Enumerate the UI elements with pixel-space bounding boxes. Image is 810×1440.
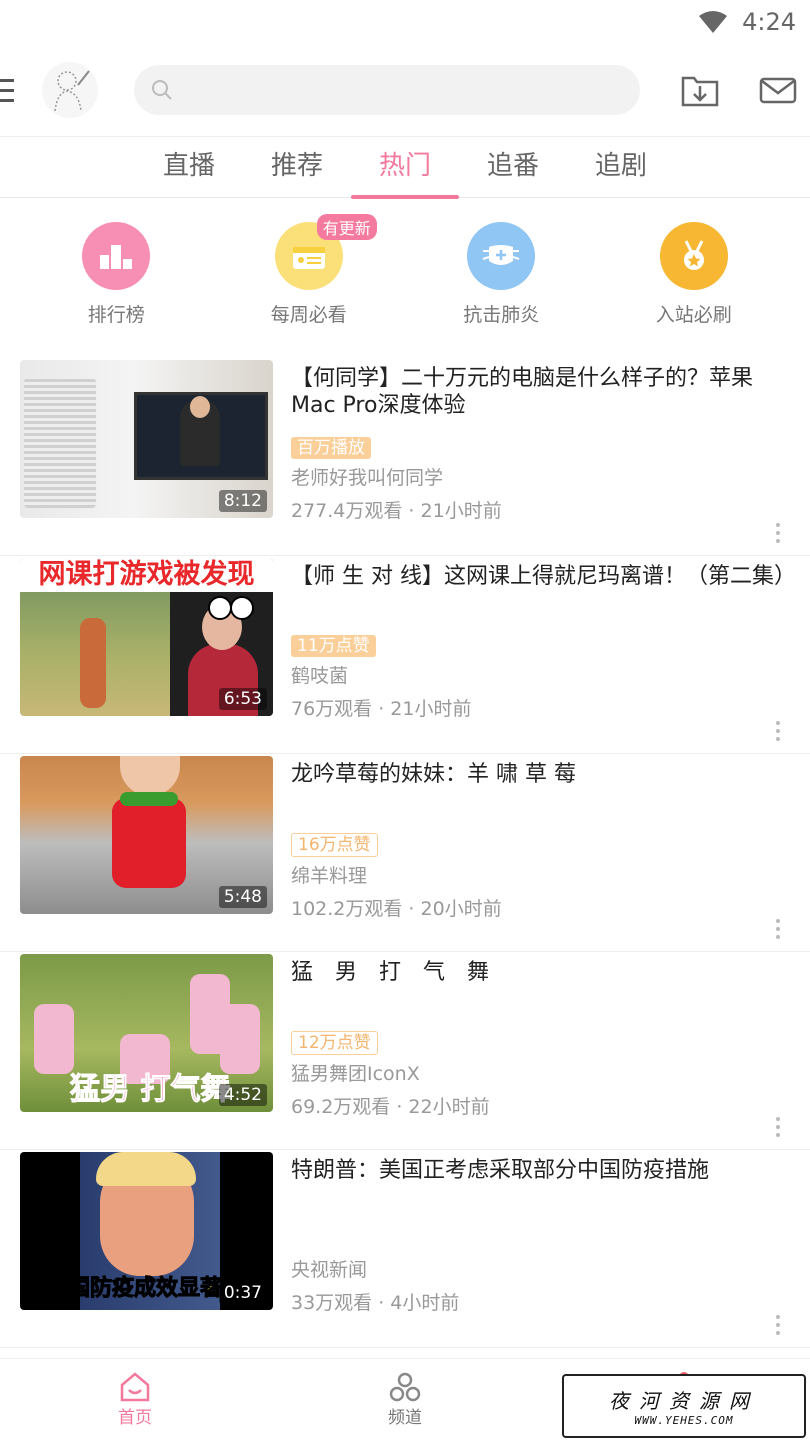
nav-channel[interactable]: 频道: [270, 1359, 540, 1440]
more-options-icon[interactable]: [776, 1117, 780, 1137]
video-meta: 76万观看 · 21小时前: [291, 698, 472, 720]
more-options-icon[interactable]: [776, 523, 780, 543]
nav-label: 频道: [388, 1408, 422, 1428]
mail-icon[interactable]: [758, 72, 798, 108]
video-tag: 12万点赞: [291, 1031, 378, 1055]
search-input[interactable]: [134, 65, 640, 115]
watermark-title: 夜河资源网: [609, 1389, 759, 1413]
quick-label: 抗击肺炎: [463, 304, 540, 326]
more-options-icon[interactable]: [776, 1315, 780, 1335]
video-duration: 8:12: [218, 490, 267, 512]
watermark: 夜河资源网 WWW.YEHES.COM: [562, 1374, 806, 1438]
status-bar: 4:24: [0, 0, 810, 44]
tab-live[interactable]: 直播: [135, 137, 243, 197]
status-time: 4:24: [742, 8, 796, 36]
video-title[interactable]: 【师 生 对 线】这网课上得就尼玛离谱！（第二集）: [291, 563, 810, 619]
video-author[interactable]: 猛男舞团IconX: [291, 1059, 810, 1086]
video-meta: 69.2万观看 · 22小时前: [291, 1096, 490, 1118]
video-thumbnail[interactable]: 中国防疫成效显著 0:37: [20, 1152, 273, 1310]
video-card[interactable]: 8:12 【何同学】二十万元的电脑是什么样子的？苹果Mac Pro深度体验 百万…: [0, 358, 810, 556]
download-icon[interactable]: [680, 72, 720, 108]
video-meta: 102.2万观看 · 20小时前: [291, 898, 502, 920]
more-options-icon[interactable]: [776, 721, 780, 741]
video-thumbnail[interactable]: 网课打游戏被发现 6:53: [20, 558, 273, 716]
thumbnail-caption: 猛男 打气舞: [69, 1072, 231, 1108]
video-duration: 4:52: [218, 1084, 267, 1106]
video-meta: 33万观看 · 4小时前: [291, 1292, 460, 1314]
video-title[interactable]: 猛 男 打 气 舞: [291, 959, 810, 1015]
video-title[interactable]: 龙吟草莓的妹妹：羊 啸 草 莓: [291, 761, 810, 817]
quick-weekly[interactable]: 有更新 每周必看: [239, 214, 379, 348]
tab-anime[interactable]: 追番: [459, 137, 567, 197]
quick-ranking[interactable]: 排行榜: [46, 222, 186, 348]
video-card[interactable]: 猛男 打气舞 4:52 猛 男 打 气 舞 12万点赞 猛男舞团IconX 69…: [0, 952, 810, 1150]
quick-fight-pneumonia[interactable]: 抗击肺炎: [431, 222, 571, 348]
top-header: [0, 44, 810, 136]
video-author[interactable]: 绵羊料理: [291, 861, 810, 888]
video-duration: 5:48: [218, 886, 267, 908]
more-options-icon[interactable]: [776, 919, 780, 939]
video-card[interactable]: 中国防疫成效显著 0:37 特朗普：美国正考虑采取部分中国防疫措施 央视新闻 3…: [0, 1150, 810, 1348]
video-duration: 6:53: [218, 688, 267, 710]
video-duration: 0:37: [218, 1282, 267, 1304]
video-list: 8:12 【何同学】二十万元的电脑是什么样子的？苹果Mac Pro深度体验 百万…: [0, 358, 810, 1348]
video-card[interactable]: 网课打游戏被发现 6:53 【师 生 对 线】这网课上得就尼玛离谱！（第二集） …: [0, 556, 810, 754]
channel-icon: [389, 1372, 421, 1402]
video-title[interactable]: 特朗普：美国正考虑采取部分中国防疫措施: [291, 1157, 810, 1213]
nav-label: 首页: [118, 1408, 152, 1428]
quick-label: 每周必看: [270, 304, 347, 326]
video-author[interactable]: 央视新闻: [291, 1255, 810, 1282]
tab-recommend[interactable]: 推荐: [243, 137, 351, 197]
quick-entries: 排行榜 有更新 每周必看 抗击肺炎 入站必刷: [0, 198, 810, 348]
thumbnail-caption: 中国防疫成效显著: [45, 1276, 223, 1302]
video-tag: 11万点赞: [291, 635, 376, 657]
avatar-figure-icon: [54, 70, 90, 112]
avatar[interactable]: [42, 62, 98, 118]
video-tag: 百万播放: [291, 437, 371, 459]
video-author[interactable]: 老师好我叫何同学: [291, 463, 810, 490]
mask-icon: [467, 222, 536, 290]
thumbnail-caption: 网课打游戏被发现: [20, 558, 273, 592]
video-thumbnail[interactable]: 5:48: [20, 756, 273, 914]
wifi-icon: [699, 11, 728, 33]
quick-label: 入站必刷: [655, 304, 732, 326]
category-tabs: 直播 推荐 热门 追番 追剧: [0, 136, 810, 199]
video-thumbnail[interactable]: 8:12: [20, 360, 273, 518]
search-icon: [152, 80, 172, 100]
medal-icon: [659, 222, 728, 290]
video-author[interactable]: 鹤吱菌: [291, 661, 810, 688]
video-meta: 277.4万观看 · 21小时前: [291, 500, 502, 522]
tab-drama[interactable]: 追剧: [567, 137, 675, 197]
watermark-url: WWW.YEHES.COM: [634, 1414, 734, 1427]
quick-label: 排行榜: [87, 304, 145, 326]
quick-must-watch[interactable]: 入站必刷: [624, 222, 764, 348]
ranking-icon: [82, 222, 151, 290]
nav-home[interactable]: 首页: [0, 1359, 270, 1440]
tab-hot[interactable]: 热门: [351, 137, 459, 199]
video-card[interactable]: 5:48 龙吟草莓的妹妹：羊 啸 草 莓 16万点赞 绵羊料理 102.2万观看…: [0, 754, 810, 952]
home-icon: [120, 1372, 150, 1402]
update-badge: 有更新: [316, 214, 377, 240]
video-thumbnail[interactable]: 猛男 打气舞 4:52: [20, 954, 273, 1112]
video-tag: 16万点赞: [291, 833, 378, 857]
menu-icon[interactable]: [0, 78, 16, 102]
video-title[interactable]: 【何同学】二十万元的电脑是什么样子的？苹果Mac Pro深度体验: [291, 365, 810, 421]
